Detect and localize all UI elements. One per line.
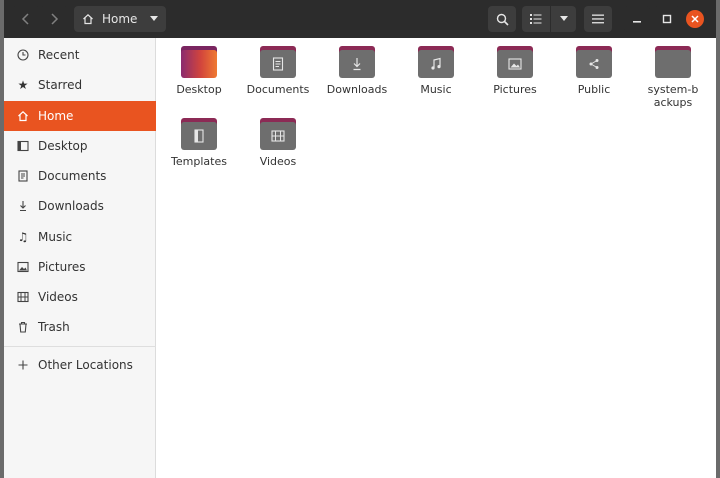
star-icon: ★ bbox=[17, 78, 29, 92]
videos-folder-icon bbox=[260, 118, 296, 150]
minimize-icon bbox=[633, 21, 641, 23]
trash-icon bbox=[16, 320, 30, 334]
downloads-folder-icon bbox=[339, 46, 375, 78]
chevron-right-icon bbox=[51, 13, 59, 25]
header-bar: Home bbox=[4, 0, 716, 38]
file-item-label: system-backups bbox=[647, 83, 699, 109]
forward-button[interactable] bbox=[40, 6, 68, 32]
file-item-music[interactable]: Music bbox=[398, 46, 474, 96]
file-item-videos[interactable]: Videos bbox=[240, 118, 316, 168]
file-item-desktop[interactable]: Desktop bbox=[161, 46, 237, 96]
file-item-downloads[interactable]: Downloads bbox=[319, 46, 395, 96]
hamburger-icon bbox=[592, 14, 604, 24]
file-manager-window: Home Recent ★ Starred Home Desktop Docum… bbox=[4, 0, 716, 478]
file-item-pictures[interactable]: Pictures bbox=[477, 46, 553, 96]
maximize-button[interactable] bbox=[654, 6, 680, 32]
file-item-label: Desktop bbox=[176, 83, 222, 96]
sidebar-divider bbox=[4, 346, 156, 347]
sidebar-item-other-locations[interactable]: Other Locations bbox=[4, 350, 156, 380]
pictures-folder-icon bbox=[497, 46, 533, 78]
file-item-documents[interactable]: Documents bbox=[240, 46, 316, 96]
sidebar-item-downloads[interactable]: Downloads bbox=[4, 191, 156, 221]
plus-icon bbox=[16, 358, 30, 372]
file-item-system-backups[interactable]: system-backups bbox=[635, 46, 711, 109]
sidebar-item-label: Trash bbox=[38, 320, 70, 334]
templates-folder-icon bbox=[181, 118, 217, 150]
view-options-button[interactable] bbox=[550, 6, 576, 32]
file-item-label: Templates bbox=[171, 155, 227, 168]
document-icon bbox=[16, 169, 30, 183]
home-icon bbox=[16, 109, 30, 123]
caret-down-icon bbox=[559, 16, 568, 21]
sidebar-item-label: Home bbox=[38, 109, 74, 123]
video-icon bbox=[16, 290, 30, 304]
places-sidebar: Recent ★ Starred Home Desktop Documents … bbox=[4, 38, 156, 478]
documents-folder-icon bbox=[260, 46, 296, 78]
sidebar-item-label: Pictures bbox=[38, 260, 86, 274]
music-folder-icon bbox=[418, 46, 454, 78]
download-icon bbox=[16, 199, 30, 213]
public-folder-icon bbox=[576, 46, 612, 78]
close-button[interactable] bbox=[686, 10, 704, 28]
file-view: Desktop Documents Downloads Music Pictur… bbox=[157, 38, 716, 478]
sidebar-item-trash[interactable]: Trash bbox=[4, 312, 156, 342]
sidebar-item-label: Music bbox=[38, 230, 73, 244]
sidebar-item-label: Downloads bbox=[38, 199, 104, 213]
sidebar-item-label: Documents bbox=[38, 169, 107, 183]
file-item-label: Downloads bbox=[326, 83, 388, 96]
clock-icon bbox=[16, 48, 30, 62]
picture-icon bbox=[16, 260, 30, 274]
sidebar-item-label: Recent bbox=[38, 48, 80, 62]
list-view-icon bbox=[530, 14, 542, 24]
sidebar-item-recent[interactable]: Recent bbox=[4, 40, 156, 70]
file-item-public[interactable]: Public bbox=[556, 46, 632, 96]
search-button[interactable] bbox=[488, 6, 516, 32]
sidebar-item-starred[interactable]: ★ Starred bbox=[4, 70, 156, 100]
desktop-folder-icon bbox=[181, 46, 217, 78]
chevron-left-icon bbox=[21, 13, 29, 25]
location-label: Home bbox=[102, 12, 138, 26]
sidebar-item-home[interactable]: Home bbox=[4, 101, 156, 131]
sidebar-item-music[interactable]: ♫ Music bbox=[4, 222, 156, 252]
home-icon bbox=[83, 13, 93, 25]
main-menu-button[interactable] bbox=[584, 6, 612, 32]
sidebar-item-documents[interactable]: Documents bbox=[4, 161, 156, 191]
folder-icon bbox=[655, 46, 691, 78]
back-button[interactable] bbox=[12, 6, 40, 32]
file-item-label: Music bbox=[420, 83, 452, 96]
sidebar-item-videos[interactable]: Videos bbox=[4, 282, 156, 312]
sidebar-item-pictures[interactable]: Pictures bbox=[4, 252, 156, 282]
file-item-templates[interactable]: Templates bbox=[161, 118, 237, 168]
sidebar-item-label: Other Locations bbox=[38, 358, 133, 372]
maximize-icon bbox=[662, 14, 672, 24]
sidebar-item-label: Starred bbox=[38, 78, 83, 92]
file-item-label: Public bbox=[577, 83, 611, 96]
close-icon bbox=[691, 15, 699, 23]
sidebar-item-label: Videos bbox=[38, 290, 78, 304]
file-item-label: Videos bbox=[259, 155, 297, 168]
file-item-label: Documents bbox=[246, 83, 310, 96]
minimize-button[interactable] bbox=[624, 6, 650, 32]
search-icon bbox=[496, 13, 509, 26]
caret-down-icon bbox=[150, 16, 158, 21]
list-view-button[interactable] bbox=[522, 6, 550, 32]
sidebar-item-label: Desktop bbox=[38, 139, 88, 153]
desktop-icon bbox=[16, 139, 30, 153]
music-icon: ♫ bbox=[17, 230, 29, 244]
sidebar-item-desktop[interactable]: Desktop bbox=[4, 131, 156, 161]
file-item-label: Pictures bbox=[493, 83, 537, 96]
location-pathbar-button[interactable]: Home bbox=[74, 6, 166, 32]
